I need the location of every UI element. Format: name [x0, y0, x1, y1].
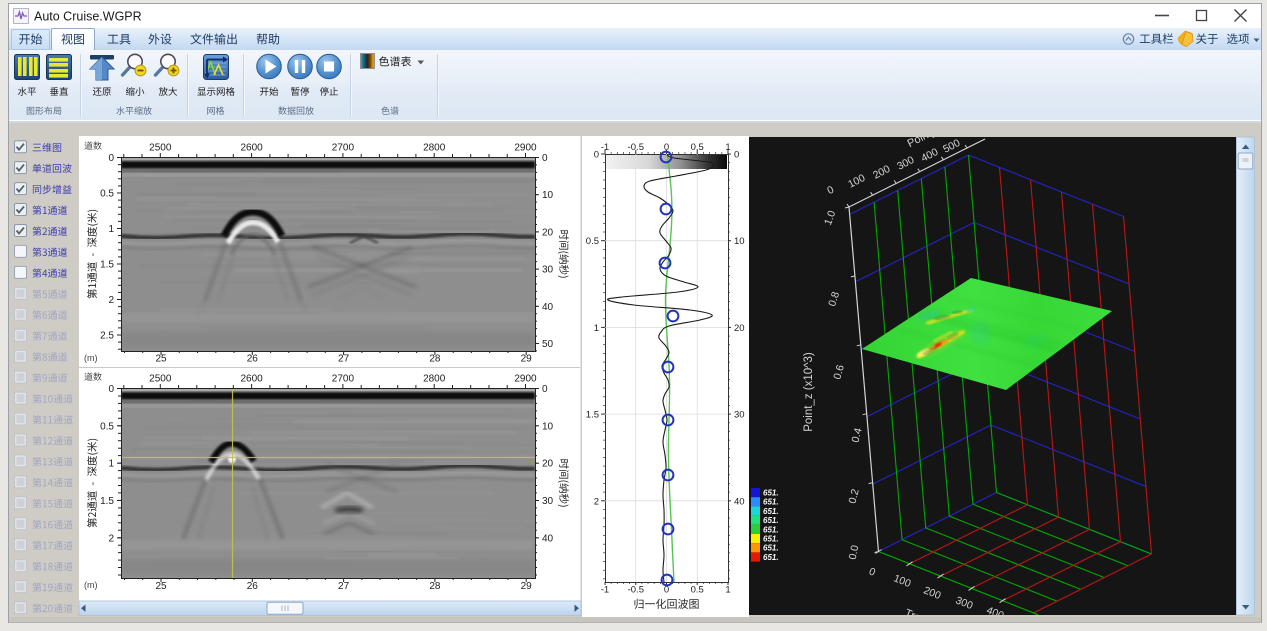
svg-text:2800: 2800	[423, 374, 446, 385]
svg-text:0.5: 0.5	[691, 142, 704, 153]
svg-text:-1: -1	[601, 142, 609, 153]
svg-text:10: 10	[542, 421, 554, 432]
svg-text:(m): (m)	[84, 353, 98, 363]
svg-text:0: 0	[108, 384, 114, 395]
svg-text:2600: 2600	[240, 143, 263, 154]
svg-text:1: 1	[725, 142, 730, 153]
svg-text:40: 40	[542, 533, 554, 544]
svg-text:651.: 651.	[763, 544, 779, 553]
svg-text:25: 25	[155, 581, 167, 592]
svg-text:10: 10	[734, 236, 745, 247]
svg-text:2: 2	[594, 496, 599, 507]
svg-text:28: 28	[429, 354, 441, 365]
svg-text:30: 30	[542, 496, 554, 507]
svg-text:2500: 2500	[149, 143, 172, 154]
svg-text:651.: 651.	[763, 516, 779, 525]
svg-text:0.5: 0.5	[100, 189, 114, 200]
svg-text:1.5: 1.5	[586, 410, 599, 421]
svg-text:-0.5: -0.5	[628, 142, 644, 153]
svg-text:651.: 651.	[763, 535, 779, 544]
svg-text:20: 20	[734, 323, 745, 334]
svg-text:2.5: 2.5	[100, 331, 114, 342]
svg-text:1: 1	[594, 323, 599, 334]
svg-text:0: 0	[542, 384, 548, 395]
svg-text:651.: 651.	[763, 553, 779, 562]
svg-text:2500: 2500	[149, 374, 172, 385]
svg-text:651.: 651.	[763, 525, 779, 534]
svg-text:(m): (m)	[84, 580, 98, 590]
svg-text:1.5: 1.5	[100, 496, 114, 507]
svg-text:27: 27	[338, 581, 350, 592]
svg-text:26: 26	[247, 354, 259, 365]
svg-text:651.: 651.	[763, 507, 779, 516]
svg-text:-0.5: -0.5	[628, 585, 644, 596]
svg-text:1: 1	[108, 459, 114, 470]
svg-text:-1: -1	[601, 585, 609, 596]
svg-text:2800: 2800	[423, 143, 446, 154]
svg-text:26: 26	[247, 581, 259, 592]
svg-text:1: 1	[108, 224, 114, 235]
svg-text:30: 30	[734, 410, 745, 421]
svg-text:1.5: 1.5	[100, 260, 114, 271]
svg-text:2: 2	[108, 295, 114, 306]
svg-text:25: 25	[155, 354, 167, 365]
svg-text:20: 20	[542, 459, 554, 470]
svg-text:2600: 2600	[240, 374, 263, 385]
svg-text:0.5: 0.5	[691, 585, 704, 596]
svg-text:28: 28	[429, 581, 441, 592]
svg-text:0.5: 0.5	[586, 236, 599, 247]
svg-text:40: 40	[542, 302, 554, 313]
svg-text:0.5: 0.5	[100, 421, 114, 432]
svg-text:0: 0	[108, 153, 114, 164]
svg-text:29: 29	[521, 354, 533, 365]
svg-text:2900: 2900	[514, 143, 537, 154]
svg-text:27: 27	[338, 354, 350, 365]
svg-text:50: 50	[542, 339, 554, 350]
svg-text:30: 30	[542, 265, 554, 276]
svg-text:651.: 651.	[763, 498, 779, 507]
svg-text:2700: 2700	[332, 374, 355, 385]
svg-text:2: 2	[108, 533, 114, 544]
svg-text:10: 10	[542, 190, 554, 201]
svg-text:29: 29	[521, 581, 533, 592]
svg-text:Auto Cruise.WGPR: Auto Cruise.WGPR	[34, 10, 142, 24]
svg-text:0: 0	[594, 150, 599, 161]
svg-text:Point_z (x10^3): Point_z (x10^3)	[803, 352, 815, 432]
svg-text:651.: 651.	[763, 489, 779, 498]
svg-text:1: 1	[725, 585, 730, 596]
svg-text:40: 40	[734, 496, 745, 507]
svg-text:0: 0	[734, 150, 739, 161]
svg-text:20: 20	[542, 227, 554, 238]
svg-text:2700: 2700	[332, 143, 355, 154]
svg-text:2900: 2900	[514, 374, 537, 385]
svg-text:0: 0	[542, 153, 548, 164]
